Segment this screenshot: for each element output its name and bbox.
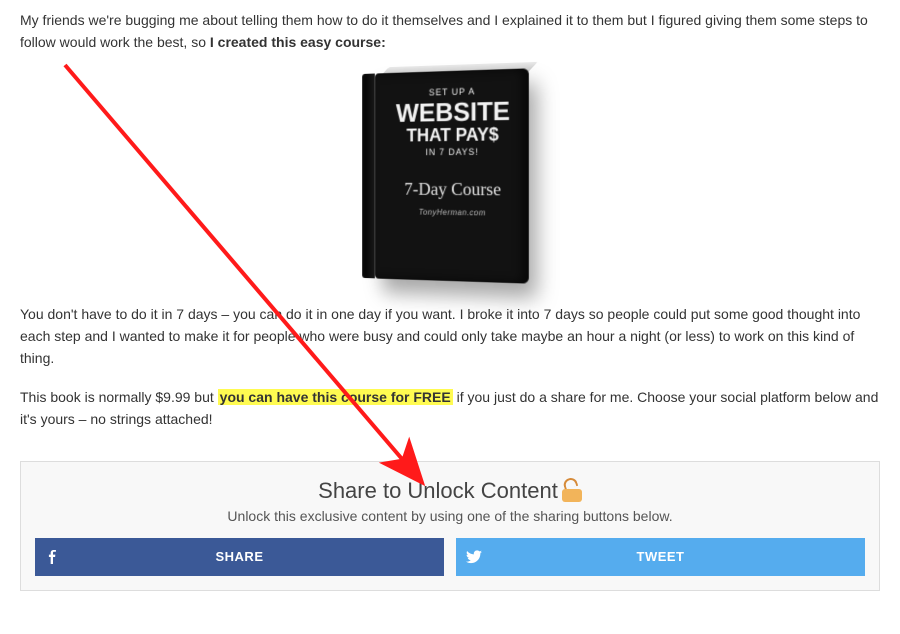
book-line-pays: THAT PAY$	[388, 125, 519, 145]
share-buttons-row: SHARE TWEET	[35, 538, 865, 576]
book-3d: SET UP A WEBSITE THAT PAY$ IN 7 DAYS! 7-…	[375, 69, 529, 284]
book-author: TonyHerman.com	[388, 207, 519, 218]
book-cover-image: SET UP A WEBSITE THAT PAY$ IN 7 DAYS! 7-…	[20, 71, 880, 284]
share-title-text: Share to Unlock Content	[318, 478, 558, 504]
share-title-row: Share to Unlock Content	[35, 478, 865, 504]
unlock-icon	[562, 480, 582, 502]
share-subtitle: Unlock this exclusive content by using o…	[35, 508, 865, 524]
offer-highlight: you can have this course for FREE	[218, 389, 453, 405]
book-line-days: IN 7 DAYS!	[388, 146, 519, 157]
article-body: My friends we're bugging me about tellin…	[0, 0, 900, 611]
facebook-share-button[interactable]: SHARE	[35, 538, 444, 576]
twitter-tweet-button[interactable]: TWEET	[456, 538, 865, 576]
facebook-icon	[35, 550, 71, 564]
explain-paragraph: You don't have to do it in 7 days – you …	[20, 304, 880, 369]
offer-pre: This book is normally $9.99 but	[20, 389, 218, 405]
book-front-cover: SET UP A WEBSITE THAT PAY$ IN 7 DAYS! 7-…	[375, 69, 529, 284]
intro-paragraph: My friends we're bugging me about tellin…	[20, 10, 880, 53]
offer-paragraph: This book is normally $9.99 but you can …	[20, 387, 880, 430]
facebook-share-label: SHARE	[71, 549, 444, 564]
intro-text: My friends we're bugging me about tellin…	[20, 12, 868, 50]
book-line-website: WEBSITE	[388, 99, 519, 126]
twitter-tweet-label: TWEET	[492, 549, 865, 564]
twitter-icon	[456, 550, 492, 564]
share-to-unlock-box: Share to Unlock Content Unlock this excl…	[20, 461, 880, 591]
book-course-label: 7-Day Course	[388, 179, 519, 201]
book-spine	[362, 74, 375, 279]
intro-bold: I created this easy course:	[210, 34, 386, 50]
